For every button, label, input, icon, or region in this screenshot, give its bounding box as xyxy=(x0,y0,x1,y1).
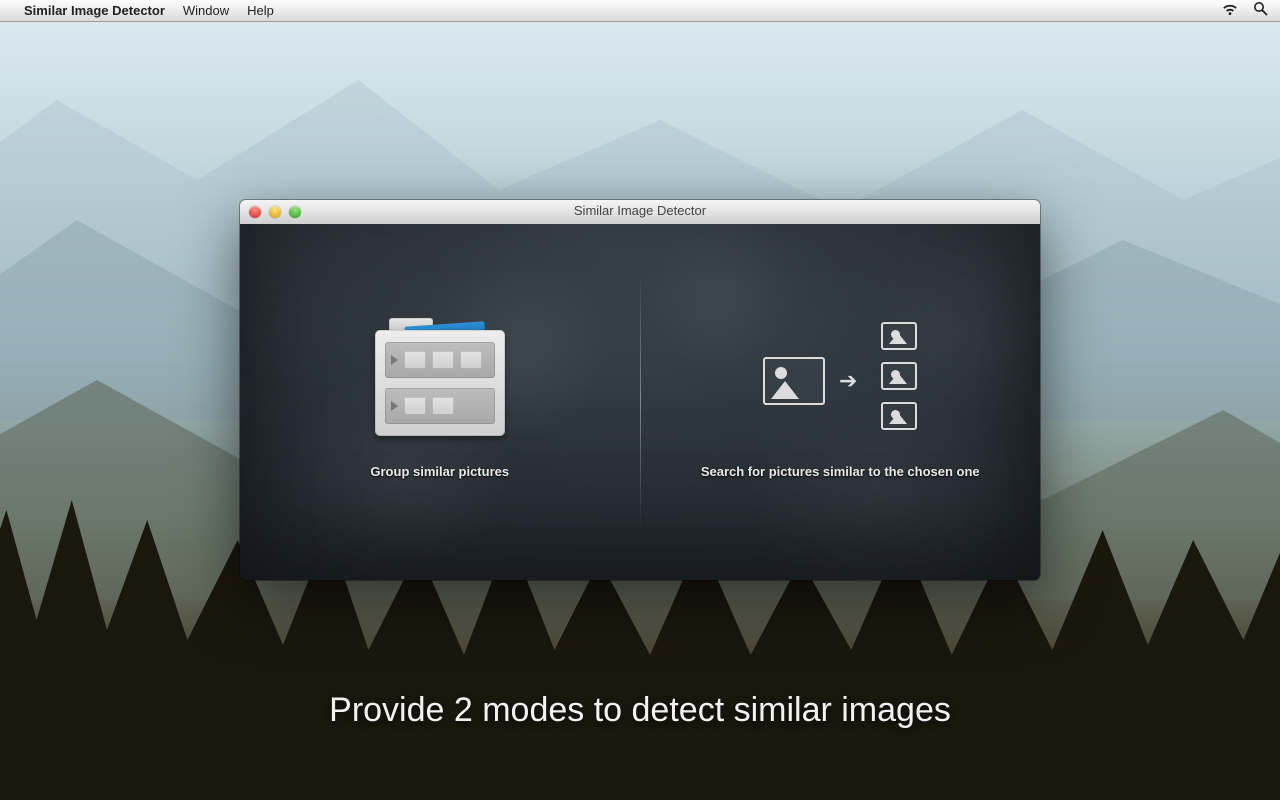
mode-group-label: Group similar pictures xyxy=(370,464,509,479)
window-title: Similar Image Detector xyxy=(240,203,1040,218)
image-icon xyxy=(763,357,825,405)
mode-search-label: Search for pictures similar to the chose… xyxy=(701,464,980,479)
arrow-right-icon: ➔ xyxy=(839,368,857,394)
spotlight-icon[interactable] xyxy=(1253,1,1268,20)
menu-window[interactable]: Window xyxy=(183,3,229,18)
mode-search-similar[interactable]: ➔ Search for pictures similar to the cho… xyxy=(641,224,1041,580)
promo-caption: Provide 2 modes to detect similar images xyxy=(0,691,1280,730)
app-window: Similar Image Detector Group similar pic… xyxy=(240,200,1040,580)
image-icon xyxy=(881,402,917,430)
folder-icon xyxy=(375,326,505,436)
window-titlebar[interactable]: Similar Image Detector xyxy=(240,200,1040,225)
mode-group-similar[interactable]: Group similar pictures xyxy=(240,224,640,580)
menu-help[interactable]: Help xyxy=(247,3,274,18)
search-cluster-icon: ➔ xyxy=(763,326,917,436)
wifi-icon[interactable] xyxy=(1221,2,1239,20)
menubar: Similar Image Detector Window Help xyxy=(0,0,1280,22)
menubar-app-name[interactable]: Similar Image Detector xyxy=(24,3,165,18)
window-body: Group similar pictures ➔ Search for pict… xyxy=(240,224,1040,580)
image-icon xyxy=(881,362,917,390)
image-icon xyxy=(881,322,917,350)
